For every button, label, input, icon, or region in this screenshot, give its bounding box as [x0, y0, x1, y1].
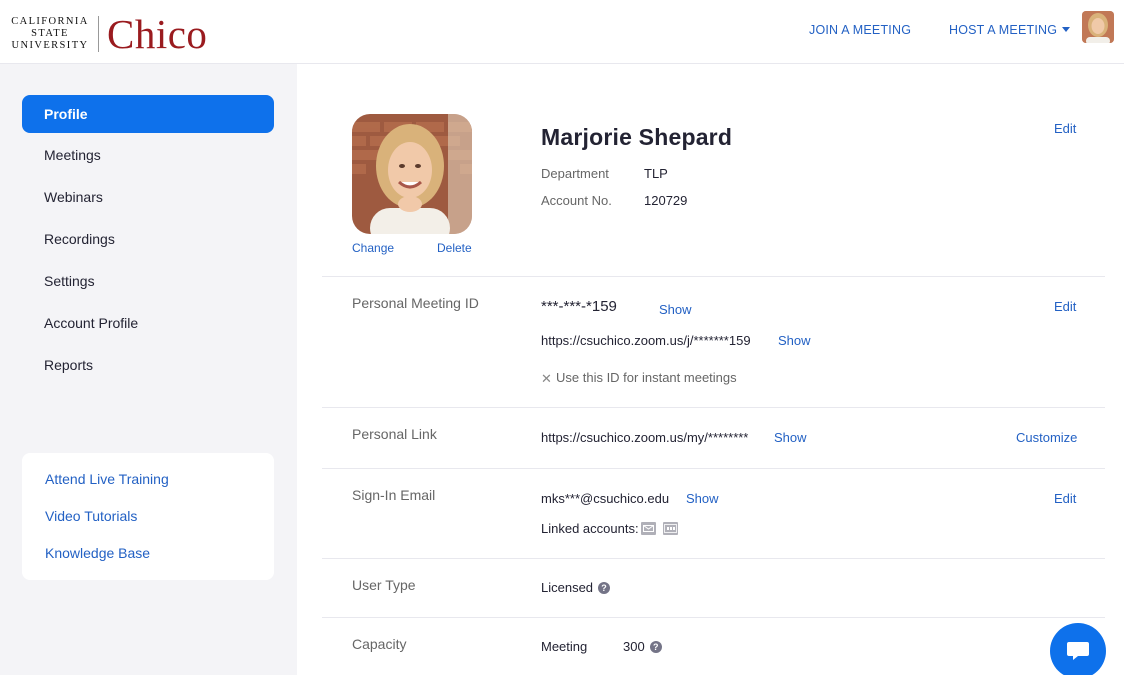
show-email-button[interactable]: Show	[686, 491, 719, 506]
show-pmi-url-button[interactable]: Show	[778, 333, 811, 348]
profile-photo	[352, 114, 472, 234]
user-avatar[interactable]	[1082, 11, 1114, 43]
sidebar-item-reports[interactable]: Reports	[22, 346, 274, 384]
sidebar-item-profile[interactable]: Profile	[22, 95, 274, 133]
logo-big-text: Chico	[107, 11, 208, 57]
top-header: CALIFORNIA STATE UNIVERSITY Chico JOIN A…	[0, 0, 1124, 64]
profile-portrait-icon	[352, 114, 472, 234]
department-value: TLP	[644, 166, 668, 181]
account-number-label: Account No.	[541, 193, 612, 208]
host-meeting-label: HOST A MEETING	[949, 23, 1058, 37]
join-meeting-link[interactable]: JOIN A MEETING	[809, 23, 911, 37]
pmi-url: https://csuchico.zoom.us/j/*******159	[541, 333, 751, 348]
sign-in-email-value: mks***@csuchico.edu	[541, 491, 670, 506]
attend-live-training-link[interactable]: Attend Live Training	[45, 471, 169, 487]
capacity-number: 300	[623, 639, 645, 654]
section-divider	[322, 617, 1105, 618]
section-divider	[322, 407, 1105, 408]
sidebar-item-settings[interactable]: Settings	[22, 262, 274, 300]
change-photo-link[interactable]: Change	[352, 241, 394, 255]
sidebar-item-recordings[interactable]: Recordings	[22, 220, 274, 258]
customize-link-button[interactable]: Customize	[1016, 430, 1077, 445]
user-type-label: User Type	[352, 577, 416, 593]
chat-bubble-icon	[1067, 642, 1089, 660]
capacity-meeting-value: 300?	[623, 639, 662, 654]
csu-chico-logo[interactable]: CALIFORNIA STATE UNIVERSITY Chico	[8, 11, 208, 57]
show-personal-link-button[interactable]: Show	[774, 430, 807, 445]
host-meeting-dropdown[interactable]: HOST A MEETING	[949, 23, 1071, 37]
pmi-label: Personal Meeting ID	[352, 295, 479, 311]
capacity-label: Capacity	[352, 636, 407, 652]
section-divider	[322, 558, 1105, 559]
video-tutorials-link[interactable]: Video Tutorials	[45, 508, 137, 524]
edit-profile-button[interactable]: Edit	[1054, 121, 1076, 136]
knowledge-base-link[interactable]: Knowledge Base	[45, 545, 150, 561]
pmi-value: ***-***-*159	[541, 298, 617, 315]
section-divider	[322, 276, 1105, 277]
edit-pmi-button[interactable]: Edit	[1054, 299, 1076, 314]
chevron-down-icon	[1062, 27, 1071, 33]
linked-accounts-label: Linked accounts:	[541, 521, 639, 536]
logo-line-3: UNIVERSITY	[11, 40, 89, 51]
personal-link-url: https://csuchico.zoom.us/my/********	[541, 430, 749, 445]
avatar-portrait-icon	[1082, 11, 1114, 43]
sidebar-item-account-profile[interactable]: Account Profile	[22, 304, 274, 342]
email-account-icon	[641, 522, 656, 535]
show-pmi-button[interactable]: Show	[659, 302, 692, 317]
logo-line-1: CALIFORNIA	[11, 16, 89, 27]
chat-support-button[interactable]	[1050, 623, 1106, 675]
sidebar-item-webinars[interactable]: Webinars	[22, 178, 274, 216]
profile-main: Change Delete Marjorie Shepard Departmen…	[297, 64, 1124, 675]
profile-name: Marjorie Shepard	[541, 124, 733, 150]
section-divider	[322, 468, 1105, 469]
help-icon[interactable]: ?	[649, 640, 662, 653]
sidebar: Profile Meetings Webinars Recordings Set…	[0, 64, 297, 675]
sidebar-item-meetings[interactable]: Meetings	[22, 136, 274, 174]
department-label: Department	[541, 166, 609, 181]
instant-meeting-option: Use this ID for instant meetings	[556, 370, 737, 385]
sso-account-icon	[663, 522, 678, 535]
help-icon[interactable]: ?	[598, 581, 611, 594]
user-type-text: Licensed	[541, 580, 594, 595]
logo-small-text: CALIFORNIA STATE UNIVERSITY	[8, 16, 92, 52]
personal-link-label: Personal Link	[352, 426, 437, 442]
close-icon: ✕	[541, 371, 552, 386]
delete-photo-link[interactable]: Delete	[437, 241, 472, 255]
capacity-meeting-label: Meeting	[541, 639, 588, 654]
user-type-value: Licensed?	[541, 580, 611, 595]
logo-line-2: STATE	[31, 28, 69, 39]
account-number-value: 120729	[644, 193, 688, 208]
help-links-panel: Attend Live Training Video Tutorials Kno…	[22, 453, 274, 580]
edit-email-button[interactable]: Edit	[1054, 491, 1076, 506]
sign-in-email-label: Sign-In Email	[352, 487, 436, 503]
logo-divider	[98, 16, 99, 52]
